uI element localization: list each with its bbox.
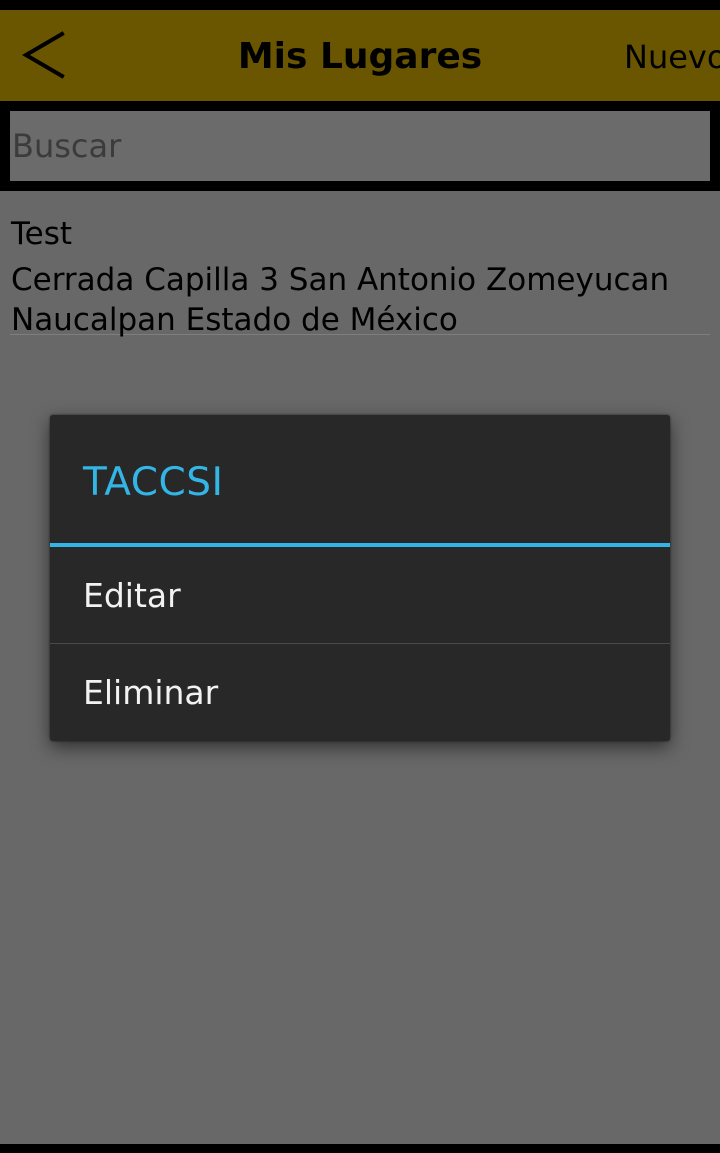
dialog-title: TACCSI bbox=[83, 460, 224, 505]
delete-menu-item-label: Eliminar bbox=[83, 673, 219, 712]
status-bar bbox=[0, 0, 720, 10]
search-input[interactable] bbox=[10, 111, 710, 181]
delete-menu-item[interactable]: Eliminar bbox=[50, 644, 670, 740]
place-address: Cerrada Capilla 3 San Antonio Zomeyucan … bbox=[11, 262, 670, 338]
status-icons bbox=[360, 0, 620, 6]
context-menu-dialog: TACCSI Editar Eliminar bbox=[50, 415, 670, 741]
new-place-button[interactable]: Nuevo bbox=[624, 34, 720, 80]
navigation-bar bbox=[0, 1144, 720, 1153]
place-name: Test bbox=[11, 216, 73, 252]
app-header: Mis Lugares Nuevo bbox=[0, 10, 720, 101]
search-bar bbox=[0, 101, 720, 191]
page-title: Mis Lugares bbox=[237, 36, 483, 77]
list-item[interactable]: Test Cerrada Capilla 3 San Antonio Zomey… bbox=[10, 201, 710, 338]
edit-menu-item-label: Editar bbox=[83, 576, 181, 615]
edit-menu-item[interactable]: Editar bbox=[50, 547, 670, 643]
